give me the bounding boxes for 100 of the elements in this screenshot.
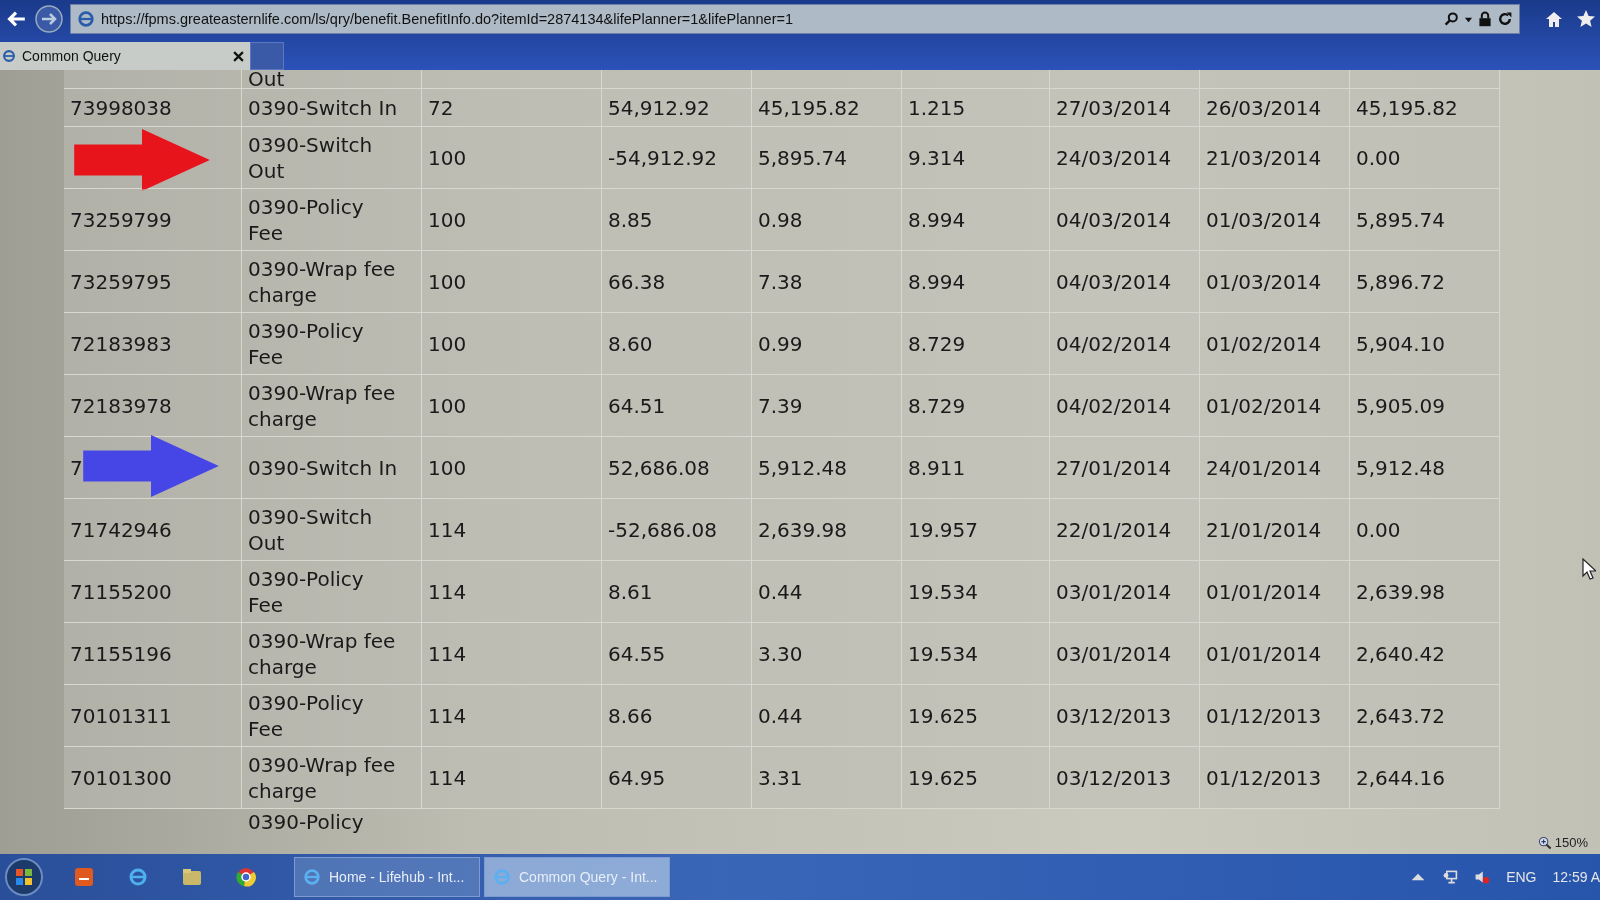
table-cell: 0390-Policy Fee (242, 313, 422, 375)
table-cell: 5,895.74 (752, 127, 902, 189)
table-cell: 19.625 (902, 747, 1050, 809)
taskbar-button[interactable]: Home - Lifehub - Int... (294, 857, 480, 897)
table-cell: 72 (422, 89, 602, 127)
table-cell: 3.31 (752, 747, 902, 809)
table-cell: 01/12/2013 (1200, 685, 1350, 747)
table-cell-text: 0390-Policy (247, 809, 365, 835)
table-cell: 0.44 (752, 561, 902, 623)
browser-icon (2, 49, 16, 63)
table-cell: 8.66 (602, 685, 752, 747)
table-cell: 24/03/2014 (1050, 127, 1200, 189)
table-cell: 100 (422, 189, 602, 251)
table-cell: 7.38 (752, 251, 902, 313)
table-cell: 3.30 (752, 623, 902, 685)
table-cell: 22/01/2014 (1050, 499, 1200, 561)
url-text: https://fpms.greateasternlife.com/ls/qry/benefit.BenefitInfo.do?itemId=2874134&lifePlanner=1&lifePlanner=1 (101, 11, 794, 27)
table-cell: 8.911 (902, 437, 1050, 499)
browser-icon (493, 868, 511, 886)
table-cell: 54,912.92 (602, 89, 752, 127)
table-cell: 0390-Switch In (242, 437, 422, 499)
mouse-pointer-icon (1582, 558, 1596, 580)
table-cell: 100 (422, 375, 602, 437)
table-cell: 2,643.72 (1350, 685, 1500, 747)
table-cell: 5,912.48 (752, 437, 902, 499)
home-icon[interactable] (1544, 9, 1564, 29)
table-cell: 0390-Wrap fee charge (242, 251, 422, 313)
table-cell: 64.95 (602, 747, 752, 809)
table-cell: 64.51 (602, 375, 752, 437)
table-cell: 5,895.74 (1350, 189, 1500, 251)
table-cell: -54,912.92 (602, 127, 752, 189)
table-cell: 0390-Wrap fee charge (242, 623, 422, 685)
table-cell: 114 (422, 685, 602, 747)
table-cell: 9.314 (902, 127, 1050, 189)
table-cell: 0390-Wrap fee charge (242, 375, 422, 437)
media-app-icon[interactable] (72, 865, 96, 889)
refresh-icon[interactable] (1497, 11, 1513, 27)
table-cell: 5,905.09 (1350, 375, 1500, 437)
forward-icon[interactable] (34, 4, 64, 34)
address-bar[interactable]: https://fpms.greateasternlife.com/ls/qry/benefit.BenefitInfo.do?itemId=2874134&lifePlanner=1&lifePlanner=1 (70, 4, 1520, 34)
table-cell: 71155200 (64, 561, 242, 623)
table-cell: 73998038 (64, 89, 242, 127)
chrome-icon[interactable] (234, 865, 258, 889)
table-cell: 66.38 (602, 251, 752, 313)
star-icon[interactable] (1576, 9, 1596, 29)
table-cell: 5,912.48 (1350, 437, 1500, 499)
table-cell: 1.215 (902, 89, 1050, 127)
table-cell: 5,896.72 (1350, 251, 1500, 313)
table-cell: 19.534 (902, 623, 1050, 685)
table-cell: 100 (422, 313, 602, 375)
table-cell: 52,686.08 (602, 437, 752, 499)
zoom-icon[interactable] (1537, 835, 1552, 850)
table-cell: -52,686.08 (602, 499, 752, 561)
table-cell: 2,639.98 (1350, 561, 1500, 623)
table-cell: 01/02/2014 (1200, 313, 1350, 375)
table-cell: 0.44 (752, 685, 902, 747)
table-cell: 8.729 (902, 375, 1050, 437)
table-cell: 8.61 (602, 561, 752, 623)
table-cell: 100 (422, 127, 602, 189)
table-cell: Out (242, 70, 422, 89)
table-cell: 0390-Switch Out (242, 499, 422, 561)
table-cell: 04/02/2014 (1050, 375, 1200, 437)
muted-speaker-icon[interactable] (1474, 869, 1491, 885)
table-cell: 01/12/2013 (1200, 747, 1350, 809)
table-cell: 45,195.82 (752, 89, 902, 127)
clock[interactable]: 12:59 A (1552, 869, 1600, 885)
table-cell: 04/02/2014 (1050, 313, 1200, 375)
start-button[interactable] (4, 857, 44, 897)
table-cell: 0.00 (1350, 499, 1500, 561)
table-cell: 2,639.98 (752, 499, 902, 561)
table-cell: 01/03/2014 (1200, 189, 1350, 251)
table-cell: 70101311 (64, 685, 242, 747)
search-icon[interactable] (1444, 11, 1460, 27)
table-cell: 04/03/2014 (1050, 251, 1200, 313)
table-cell: 114 (422, 499, 602, 561)
close-icon[interactable] (233, 50, 244, 62)
network-icon[interactable] (1442, 869, 1459, 885)
table-cell: 26/03/2014 (1200, 89, 1350, 127)
table-cell: 04/03/2014 (1050, 189, 1200, 251)
table-cell: 8.85 (602, 189, 752, 251)
table-cell: 8.994 (902, 189, 1050, 251)
table-cell: 27/01/2014 (1050, 437, 1200, 499)
table-cell: 8.60 (602, 313, 752, 375)
browser-tab[interactable]: Common Query (0, 42, 250, 70)
table-cell: 03/01/2014 (1050, 561, 1200, 623)
table-cell: 0390-Policy Fee (242, 685, 422, 747)
table-cell: 0390-Switch In (242, 89, 422, 127)
table-cell: 01/03/2014 (1200, 251, 1350, 313)
table-cell: 19.625 (902, 685, 1050, 747)
table-cell: 64.55 (602, 623, 752, 685)
table-cell: 0.98 (752, 189, 902, 251)
table-cell: 114 (422, 747, 602, 809)
table-cell: 01/01/2014 (1200, 561, 1350, 623)
lock-icon (1477, 11, 1493, 27)
language-indicator[interactable]: ENG (1506, 869, 1537, 885)
table-cell: 21/01/2014 (1200, 499, 1350, 561)
table-cell: 03/12/2013 (1050, 747, 1200, 809)
table-cell: 03/01/2014 (1050, 623, 1200, 685)
zoom-level[interactable]: 150% (1554, 835, 1588, 850)
browser-icon (77, 10, 95, 28)
